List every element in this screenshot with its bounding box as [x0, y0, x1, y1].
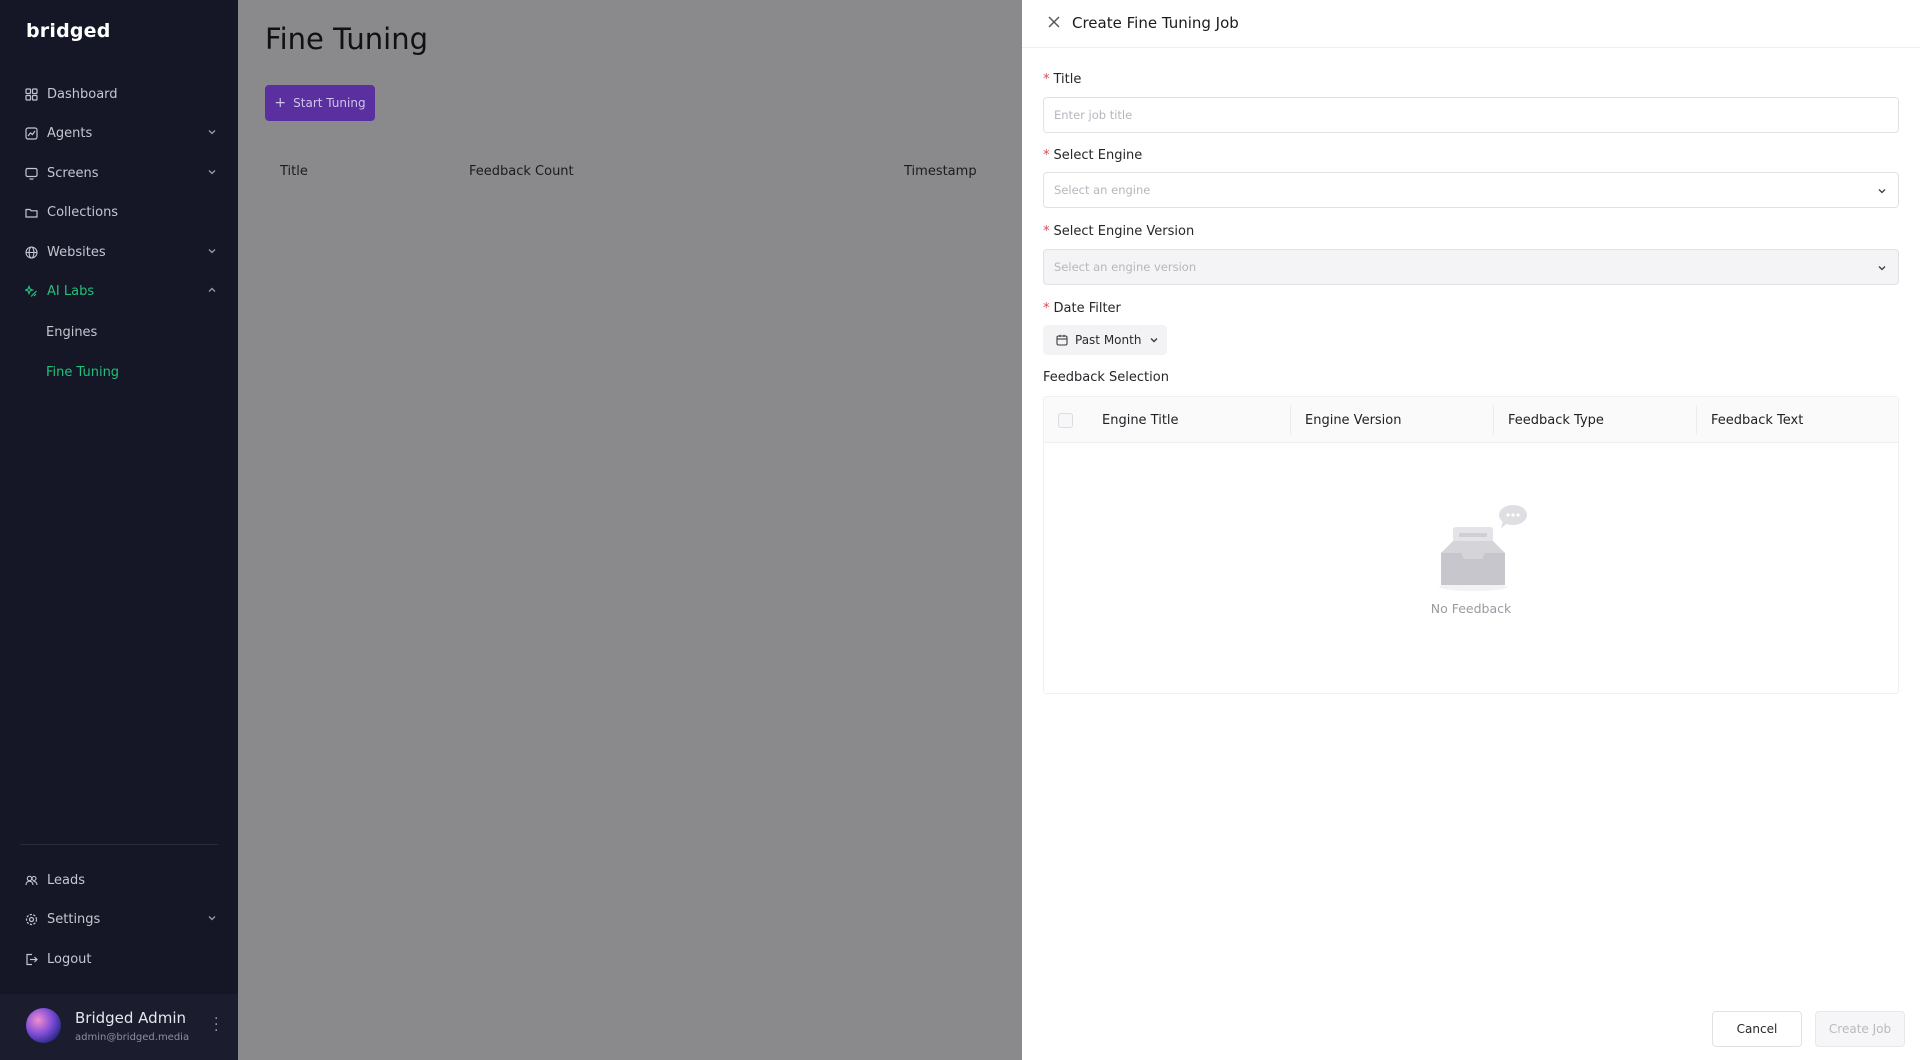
sidebar-item-logout[interactable]: Logout: [24, 947, 218, 971]
close-icon[interactable]: [1046, 14, 1062, 30]
engine-version-select[interactable]: Select an engine version: [1043, 249, 1899, 285]
required-mark: *: [1043, 148, 1050, 163]
sidebar-item-label: Agents: [47, 125, 93, 141]
empty-inbox-icon: [1439, 505, 1527, 591]
engine-field-label: * Select Engine: [1043, 148, 1142, 163]
chevron-down-icon: [1150, 338, 1158, 343]
column-header-timestamp[interactable]: Timestamp: [904, 164, 977, 179]
sidebar: bridged Dashboard Agents Screens Collect…: [0, 0, 238, 1060]
create-job-button[interactable]: Create Job: [1815, 1011, 1905, 1047]
sidebar-divider: [20, 844, 218, 845]
sidebar-subitem-engines[interactable]: Engines: [46, 325, 97, 340]
sidebar-item-label: Websites: [47, 244, 106, 260]
column-divider: [1696, 405, 1697, 435]
chevron-down-icon[interactable]: [206, 912, 218, 924]
sidebar-item-label: Leads: [47, 872, 86, 888]
more-vertical-icon[interactable]: · · ·: [214, 1012, 218, 1038]
engine-label-text: Select Engine: [1053, 148, 1143, 163]
chart-icon: [24, 126, 38, 140]
column-header-feedback-type[interactable]: Feedback Type: [1508, 413, 1604, 428]
feedback-selection-label: Feedback Selection: [1043, 370, 1169, 385]
sidebar-item-label: Dashboard: [47, 86, 118, 102]
chevron-down-icon[interactable]: [206, 166, 218, 178]
select-all-checkbox[interactable]: [1058, 413, 1073, 428]
avatar[interactable]: [26, 1008, 61, 1043]
create-job-drawer: Create Fine Tuning Job * Title Enter job …: [1022, 0, 1920, 1060]
globe-icon: [24, 245, 38, 259]
monitor-icon: [24, 166, 38, 180]
chevron-up-icon[interactable]: [206, 284, 218, 296]
main-content: Fine Tuning + Start Tuning Title Feedbac…: [238, 0, 1022, 1060]
grid-icon: [24, 87, 38, 101]
start-tuning-button[interactable]: + Start Tuning: [265, 85, 375, 121]
sidebar-subitem-fine-tuning[interactable]: Fine Tuning: [46, 365, 119, 380]
sidebar-item-leads[interactable]: Leads: [24, 868, 218, 892]
column-header-engine-version[interactable]: Engine Version: [1305, 413, 1402, 428]
column-header-title[interactable]: Title: [280, 164, 308, 179]
profile-name: Bridged Admin: [75, 1009, 186, 1027]
date-filter-value: Past Month: [1075, 333, 1142, 347]
column-header-engine-title[interactable]: Engine Title: [1102, 413, 1179, 428]
sparkle-icon: [24, 284, 38, 298]
sidebar-item-dashboard[interactable]: Dashboard: [24, 82, 218, 106]
logout-icon: [24, 952, 38, 966]
title-placeholder: Enter job title: [1054, 108, 1133, 122]
engine-placeholder: Select an engine: [1054, 183, 1151, 197]
gear-icon: [24, 912, 38, 926]
column-header-feedback-count[interactable]: Feedback Count: [469, 164, 574, 179]
sidebar-item-agents[interactable]: Agents: [24, 121, 218, 145]
sidebar-item-ai-labs[interactable]: AI Labs: [24, 279, 218, 303]
title-input[interactable]: Enter job title: [1043, 97, 1899, 133]
date-field-label: * Date Filter: [1043, 301, 1121, 316]
sidebar-item-screens[interactable]: Screens: [24, 161, 218, 185]
version-placeholder: Select an engine version: [1054, 260, 1197, 274]
drawer-title: Create Fine Tuning Job: [1072, 14, 1239, 32]
chevron-down-icon: [1878, 189, 1886, 194]
feedback-table: Engine Title Engine Version Feedback Typ…: [1043, 396, 1899, 694]
column-divider: [1290, 405, 1291, 435]
calendar-icon: [1056, 334, 1068, 346]
sidebar-item-label: Collections: [47, 204, 119, 220]
required-mark: *: [1043, 301, 1050, 316]
start-tuning-label: Start Tuning: [293, 96, 366, 110]
version-field-label: * Select Engine Version: [1043, 224, 1194, 239]
engine-select[interactable]: Select an engine: [1043, 172, 1899, 208]
sidebar-item-label: Settings: [47, 911, 101, 927]
empty-state: No Feedback: [1044, 443, 1898, 693]
date-filter-dropdown[interactable]: Past Month: [1043, 325, 1167, 355]
empty-state-text: No Feedback: [1430, 601, 1512, 616]
column-divider: [1493, 405, 1494, 435]
column-header-feedback-text[interactable]: Feedback Text: [1711, 413, 1803, 428]
required-mark: *: [1043, 224, 1050, 239]
sidebar-item-label: AI Labs: [47, 283, 95, 299]
sidebar-item-collections[interactable]: Collections: [24, 200, 218, 224]
page-title: Fine Tuning: [265, 22, 428, 56]
user-profile[interactable]: Bridged Admin admin@bridged.media · · ·: [0, 994, 238, 1060]
title-label-text: Title: [1053, 72, 1082, 87]
required-mark: *: [1043, 72, 1050, 87]
profile-email: admin@bridged.media: [75, 1032, 190, 1043]
users-icon: [24, 873, 38, 887]
date-label-text: Date Filter: [1053, 301, 1121, 316]
folder-icon: [24, 205, 38, 219]
cancel-button[interactable]: Cancel: [1712, 1011, 1802, 1047]
sidebar-item-settings[interactable]: Settings: [24, 907, 218, 931]
sidebar-item-label: Screens: [47, 165, 99, 181]
plus-icon: +: [274, 95, 287, 111]
sidebar-item-label: Logout: [47, 951, 92, 967]
version-label-text: Select Engine Version: [1053, 224, 1195, 239]
chevron-down-icon: [1878, 266, 1886, 271]
sidebar-item-websites[interactable]: Websites: [24, 240, 218, 264]
chevron-down-icon[interactable]: [206, 245, 218, 257]
chevron-down-icon[interactable]: [206, 126, 218, 138]
drawer-header: Create Fine Tuning Job: [1022, 0, 1920, 48]
feedback-table-header: Engine Title Engine Version Feedback Typ…: [1044, 397, 1898, 443]
brand-logo[interactable]: bridged: [26, 20, 111, 42]
title-field-label: * Title: [1043, 72, 1081, 87]
